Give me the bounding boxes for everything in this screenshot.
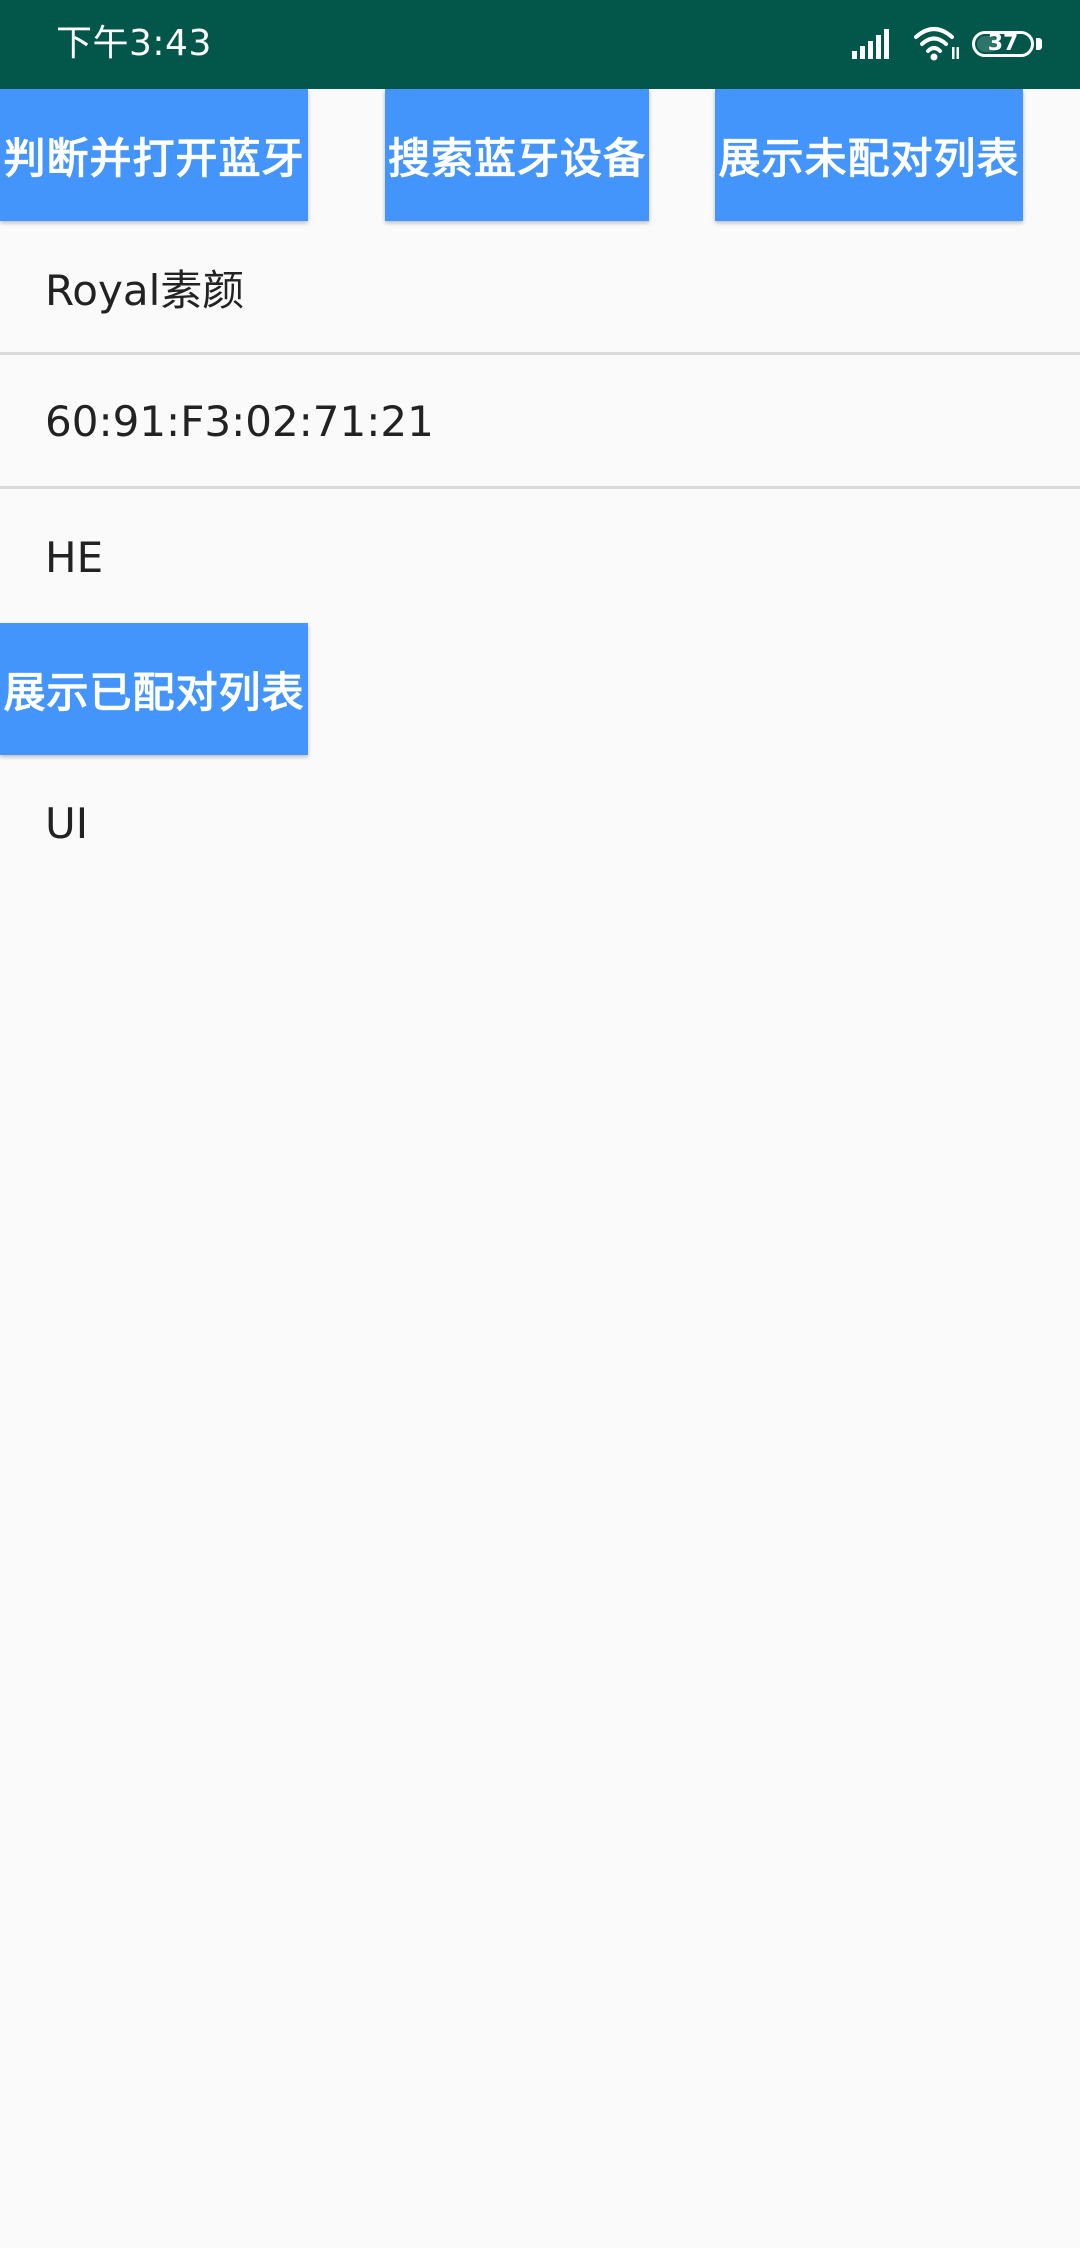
show-unpaired-list-button[interactable]: 展示未配对列表 <box>715 89 1023 221</box>
wifi-icon <box>914 27 959 61</box>
open-bluetooth-button[interactable]: 判断并打开蓝牙 <box>0 89 308 221</box>
battery-icon: 37 <box>972 31 1034 57</box>
show-paired-list-button[interactable]: 展示已配对列表 <box>0 623 308 755</box>
status-icons: 37 <box>852 26 1042 62</box>
status-bar: 下午3:43 37 <box>0 0 1080 89</box>
unpaired-list-item[interactable]: HE <box>0 491 1080 624</box>
search-devices-button[interactable]: 搜索蓝牙设备 <box>385 89 649 221</box>
unpaired-list-item[interactable]: Royal素颜 <box>0 222 1080 355</box>
paired-list-item[interactable]: UI <box>0 757 1080 890</box>
status-time: 下午3:43 <box>56 23 212 64</box>
unpaired-list-item[interactable]: 60:91:F3:02:71:21 <box>0 356 1080 489</box>
signal-icon <box>852 29 889 59</box>
battery-level: 37 <box>987 31 1019 56</box>
battery-tip <box>1036 38 1042 50</box>
